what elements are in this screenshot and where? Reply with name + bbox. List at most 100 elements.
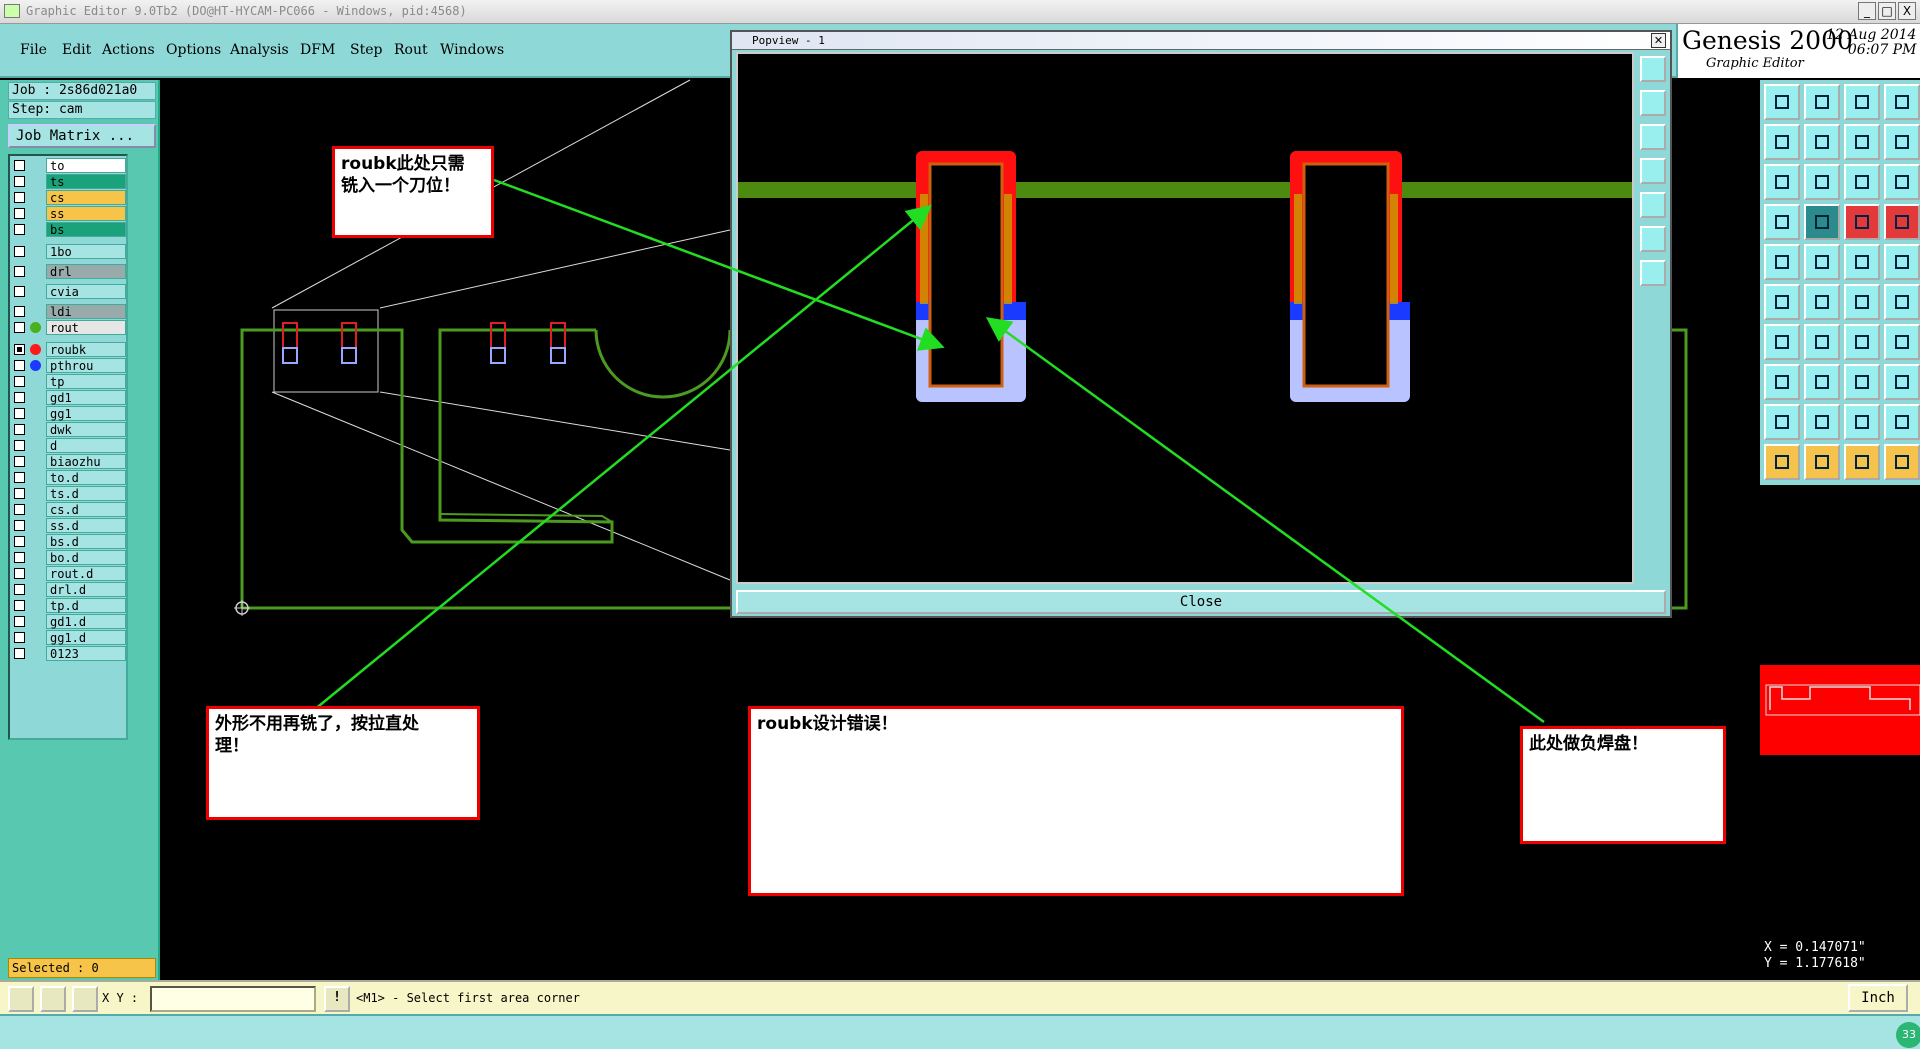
tool-button-icon[interactable] (1884, 284, 1920, 320)
tool-button-icon[interactable] (1764, 124, 1800, 160)
tool-button-icon[interactable] (1884, 364, 1920, 400)
annotation-note-design-error: roubk设计错误！ (748, 706, 1404, 896)
tool-button-icon[interactable] (1884, 324, 1920, 360)
tool-glyph-icon (1775, 375, 1789, 389)
popview-pan-left-icon[interactable] (1640, 158, 1666, 184)
tool-glyph-icon (1895, 335, 1909, 349)
tool-button-icon[interactable] (1884, 84, 1920, 120)
tool-button-icon[interactable] (1844, 284, 1880, 320)
tool-button-icon[interactable] (1764, 244, 1800, 280)
command-bar: X Y : ! <M1> - Select first area corner … (0, 980, 1920, 1014)
tool-select-icon[interactable] (8, 986, 34, 1012)
tool-button-icon[interactable] (1804, 444, 1840, 480)
status-line: 33 (0, 1014, 1920, 1049)
tool-button-icon[interactable] (1804, 284, 1840, 320)
tool-button-icon[interactable] (1844, 124, 1880, 160)
tool-button-icon[interactable] (1884, 124, 1920, 160)
tool-button-icon[interactable] (1844, 164, 1880, 200)
coord-y: Y = 1.177618" (1764, 956, 1866, 971)
zoom-guide-line (379, 229, 731, 309)
tool-glyph-icon (1775, 135, 1789, 149)
tool-glyph-icon (1855, 455, 1869, 469)
tool-glyph-icon (1855, 215, 1869, 229)
tool-measure-icon[interactable] (40, 986, 66, 1012)
tool-glyph-icon (1775, 455, 1789, 469)
tool-button-icon[interactable] (1764, 84, 1800, 120)
xy-input[interactable] (150, 986, 316, 1012)
tool-button-icon[interactable] (1844, 324, 1880, 360)
tool-glyph-icon (1815, 455, 1829, 469)
tool-glyph-icon (1815, 215, 1829, 229)
tool-icon-grid (1760, 80, 1920, 485)
tool-button-icon[interactable] (1844, 244, 1880, 280)
tool-glyph-icon (1815, 415, 1829, 429)
tool-glyph-icon (1815, 135, 1829, 149)
overlap-edge (920, 194, 928, 304)
tool-button-icon[interactable] (1884, 404, 1920, 440)
tool-button-icon[interactable] (1844, 84, 1880, 120)
popview-pan-right-icon[interactable] (1640, 192, 1666, 218)
overview-map[interactable] (1760, 665, 1920, 755)
cursor-coordinates: X = 0.147071" Y = 1.177618" (1760, 940, 1920, 976)
popview-center-icon[interactable] (1640, 260, 1666, 286)
tool-panel: X = 0.147071" Y = 1.177618" (1760, 80, 1920, 980)
tool-button-icon[interactable] (1764, 324, 1800, 360)
tool-button-icon[interactable] (1884, 204, 1920, 240)
tool-button-icon[interactable] (1844, 364, 1880, 400)
units-button[interactable]: Inch (1848, 984, 1908, 1012)
tool-button-icon[interactable] (1764, 284, 1800, 320)
tool-button-icon[interactable] (1804, 404, 1840, 440)
tool-button-icon[interactable] (1764, 364, 1800, 400)
tool-glyph-icon (1895, 215, 1909, 229)
popview-fit-icon[interactable] (1640, 226, 1666, 252)
popview-close-icon[interactable]: ✕ (1651, 33, 1666, 48)
tool-button-icon[interactable] (1804, 84, 1840, 120)
exclaim-button[interactable]: ! (324, 986, 350, 1012)
tool-button-icon[interactable] (1804, 164, 1840, 200)
tool-glyph-icon (1895, 295, 1909, 309)
overlap-edge (1294, 194, 1302, 304)
tool-button-icon[interactable] (1804, 124, 1840, 160)
page-badge: 33 (1896, 1022, 1920, 1048)
tool-glyph-icon (1895, 95, 1909, 109)
slot-rout-path (1302, 162, 1390, 388)
tool-button-icon[interactable] (1764, 404, 1800, 440)
tool-glyph-icon (1775, 255, 1789, 269)
tool-glyph-icon (1855, 295, 1869, 309)
tool-grid-icon[interactable] (72, 986, 98, 1012)
tool-button-icon[interactable] (1764, 444, 1800, 480)
popview-close-button[interactable]: Close (736, 590, 1666, 614)
tool-glyph-icon (1775, 295, 1789, 309)
popview-zoom-out-icon[interactable] (1640, 124, 1666, 150)
tool-glyph-icon (1855, 255, 1869, 269)
zoom-guide-line (271, 391, 731, 581)
slot-rout-path (928, 162, 1004, 388)
tool-button-icon[interactable] (1844, 404, 1880, 440)
tool-button-icon[interactable] (1884, 444, 1920, 480)
tool-button-icon[interactable] (1804, 204, 1840, 240)
command-prompt: <M1> - Select first area corner (356, 991, 580, 1005)
popview-zoom-icon[interactable] (1640, 56, 1666, 82)
tool-button-icon[interactable] (1804, 324, 1840, 360)
tool-button-icon[interactable] (1844, 204, 1880, 240)
coord-x: X = 0.147071" (1764, 940, 1866, 955)
popview-title: Popview - 1 (732, 32, 1670, 50)
tool-button-icon[interactable] (1764, 164, 1800, 200)
popview-canvas[interactable] (736, 52, 1634, 584)
tool-button-icon[interactable] (1764, 204, 1800, 240)
popview-window[interactable]: Popview - 1 ✕ Close (730, 30, 1672, 618)
xy-label: X Y : (102, 991, 139, 1005)
tool-button-icon[interactable] (1804, 244, 1840, 280)
tool-button-icon[interactable] (1844, 444, 1880, 480)
annotation-note-negative-pad: 此处做负焊盘！ (1520, 726, 1726, 844)
tool-button-icon[interactable] (1884, 244, 1920, 280)
popview-zoom-in-icon[interactable] (1640, 90, 1666, 116)
tool-button-icon[interactable] (1804, 364, 1840, 400)
zoom-guide-line (379, 391, 731, 451)
tool-glyph-icon (1895, 135, 1909, 149)
annotation-note-roubk-one-tool: roubk此处只需 铣入一个刀位！ (332, 146, 494, 238)
tool-glyph-icon (1775, 335, 1789, 349)
overlap-edge (1004, 194, 1012, 304)
tool-glyph-icon (1775, 175, 1789, 189)
tool-button-icon[interactable] (1884, 164, 1920, 200)
